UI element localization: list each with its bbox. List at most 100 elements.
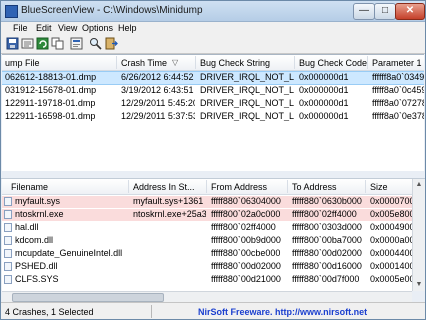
driver-size: 0x0005e000 <box>370 274 412 284</box>
column-divider[interactable] <box>116 56 117 69</box>
driver-size: 0x00014000 <box>370 261 412 271</box>
driver-file-icon <box>4 262 12 271</box>
driver-address-in-stack: ntoskrnl.exe+25a30 <box>133 209 206 219</box>
column-divider[interactable] <box>365 180 366 193</box>
driver-filename: PSHED.dll <box>15 261 58 271</box>
driver-from-address: fffff800`02ff4000 <box>211 222 276 232</box>
column-dump-file[interactable]: ump File <box>5 58 40 68</box>
column-to-address[interactable]: To Address <box>292 182 337 192</box>
driver-list-vertical-scrollbar[interactable]: ▲ ▼ <box>412 179 425 291</box>
dump-crash-time: 12/29/2011 5:45:20... <box>121 98 195 108</box>
driver-row[interactable]: CLFS.SYS fffff880`00d21000 fffff880`00d7… <box>2 274 412 286</box>
driver-file-icon <box>4 223 12 232</box>
column-divider[interactable] <box>206 180 207 193</box>
dump-row[interactable]: 122911-19718-01.dmp 12/29/2011 5:45:20..… <box>2 98 424 110</box>
driver-size: 0x0000a000 <box>370 235 412 245</box>
exit-icon[interactable] <box>105 37 118 50</box>
menu-file[interactable]: File <box>13 23 28 33</box>
refresh-icon[interactable] <box>36 37 49 50</box>
scroll-down-arrow-icon[interactable]: ▼ <box>414 280 424 290</box>
column-divider[interactable] <box>287 180 288 193</box>
open-icon[interactable] <box>21 37 34 50</box>
driver-list: Filename Address In St... From Address T… <box>2 179 412 291</box>
dump-bug-check-string: DRIVER_IRQL_NOT_LESS... <box>200 111 294 121</box>
driver-list-horizontal-scrollbar[interactable] <box>2 291 412 302</box>
dump-parameter-1: ffffff8a0`0349d <box>372 72 424 82</box>
dump-bug-check-code: 0x000000d1 <box>299 111 349 121</box>
driver-from-address: fffff800`02a0c000 <box>211 209 281 219</box>
driver-size: 0x005e8000 <box>370 209 412 219</box>
crash-dump-list: ump File Crash Time ▽ Bug Check String B… <box>2 54 424 171</box>
driver-file-icon <box>4 275 12 284</box>
status-divider <box>151 305 152 318</box>
save-icon[interactable] <box>6 37 19 50</box>
column-divider[interactable] <box>294 56 295 69</box>
driver-filename: CLFS.SYS <box>15 274 59 284</box>
column-address-in-stack[interactable]: Address In St... <box>133 182 195 192</box>
driver-to-address: fffff880`00d02000 <box>292 248 362 258</box>
column-bug-check-code[interactable]: Bug Check Code <box>299 58 367 68</box>
driver-filename: myfault.sys <box>15 196 61 206</box>
column-size[interactable]: Size <box>370 182 388 192</box>
driver-row[interactable]: PSHED.dll fffff880`00d02000 fffff880`00d… <box>2 261 412 273</box>
nirsoft-link[interactable]: NirSoft Freeware. http://www.nirsoft.net <box>198 307 367 317</box>
dump-crash-time: 6/26/2012 6:44:52 ... <box>121 72 195 82</box>
dump-crash-time: 12/29/2011 5:37:53... <box>121 111 195 121</box>
dump-file-name: 122911-19718-01.dmp <box>5 98 96 108</box>
menu-options[interactable]: Options <box>82 23 113 33</box>
driver-filename: kdcom.dll <box>15 235 54 245</box>
dump-bug-check-string: DRIVER_IRQL_NOT_LESS... <box>200 72 294 82</box>
menu-help[interactable]: Help <box>118 23 137 33</box>
properties-icon[interactable] <box>70 37 83 50</box>
application-window: BlueScreenView - C:\Windows\Minidump — □… <box>0 0 426 320</box>
column-filename[interactable]: Filename <box>11 182 48 192</box>
driver-row[interactable]: ntoskrnl.exe ntoskrnl.exe+25a30 fffff800… <box>2 209 412 221</box>
horizontal-scroll-thumb[interactable] <box>12 293 164 302</box>
column-bug-check-string[interactable]: Bug Check String <box>200 58 270 68</box>
sort-arrow-icon: ▽ <box>172 58 179 67</box>
driver-row[interactable]: hal.dll fffff800`02ff4000 fffff800`0303d… <box>2 222 412 234</box>
dump-parameter-1: fffff8a0`0c4590 <box>372 85 424 95</box>
pane-splitter[interactable] <box>1 171 425 179</box>
column-crash-time[interactable]: Crash Time <box>121 58 167 68</box>
menu-edit[interactable]: Edit <box>36 23 52 33</box>
app-icon <box>5 5 18 18</box>
driver-row[interactable]: kdcom.dll fffff800`00b9d000 fffff800`00b… <box>2 235 412 247</box>
driver-to-address: fffff880`0630b000 <box>292 196 362 206</box>
search-icon[interactable] <box>89 37 102 50</box>
driver-size: 0x00044000 <box>370 248 412 258</box>
dump-crash-time: 3/19/2012 6:43:51 ... <box>121 85 195 95</box>
driver-to-address: fffff880`00d16000 <box>292 261 362 271</box>
dump-bug-check-string: DRIVER_IRQL_NOT_LESS... <box>200 98 294 108</box>
menu-view[interactable]: View <box>58 23 77 33</box>
status-bar: 4 Crashes, 1 Selected NirSoft Freeware. … <box>1 302 425 319</box>
dump-bug-check-code: 0x000000d1 <box>299 85 349 95</box>
scroll-up-arrow-icon[interactable]: ▲ <box>414 180 424 190</box>
dump-file-name: 122911-16598-01.dmp <box>5 111 96 121</box>
dump-row[interactable]: 122911-16598-01.dmp 12/29/2011 5:37:53..… <box>2 111 424 123</box>
driver-size: 0x00049000 <box>370 222 412 232</box>
driver-row[interactable]: myfault.sys myfault.sys+1361 fffff880`06… <box>2 196 412 208</box>
column-parameter-1[interactable]: Parameter 1 <box>372 58 422 68</box>
driver-filename: ntoskrnl.exe <box>15 209 64 219</box>
dump-row[interactable]: 031912-15678-01.dmp 3/19/2012 6:43:51 ..… <box>2 85 424 97</box>
driver-list-header: Filename Address In St... From Address T… <box>2 179 412 195</box>
dump-list-header: ump File Crash Time ▽ Bug Check String B… <box>2 55 424 71</box>
maximize-button[interactable]: □ <box>374 3 396 20</box>
title-bar[interactable]: BlueScreenView - C:\Windows\Minidump — □… <box>1 1 425 22</box>
column-from-address[interactable]: From Address <box>211 182 267 192</box>
driver-file-icon <box>4 249 12 258</box>
minimize-button[interactable]: — <box>353 3 375 20</box>
column-divider[interactable] <box>367 56 368 69</box>
driver-file-icon <box>4 197 12 206</box>
column-divider[interactable] <box>128 180 129 193</box>
driver-to-address: fffff800`02ff4000 <box>292 209 357 219</box>
copy-icon[interactable] <box>51 37 64 50</box>
dump-row[interactable]: 062612-18813-01.dmp 6/26/2012 6:44:52 ..… <box>2 71 424 85</box>
close-button[interactable]: ✕ <box>395 3 425 20</box>
column-divider[interactable] <box>195 56 196 69</box>
driver-row[interactable]: mcupdate_GenuineIntel.dll fffff880`00cbe… <box>2 248 412 260</box>
driver-from-address: fffff880`00d21000 <box>211 274 281 284</box>
driver-address-in-stack: myfault.sys+1361 <box>133 196 204 206</box>
driver-from-address: fffff880`00d02000 <box>211 261 281 271</box>
